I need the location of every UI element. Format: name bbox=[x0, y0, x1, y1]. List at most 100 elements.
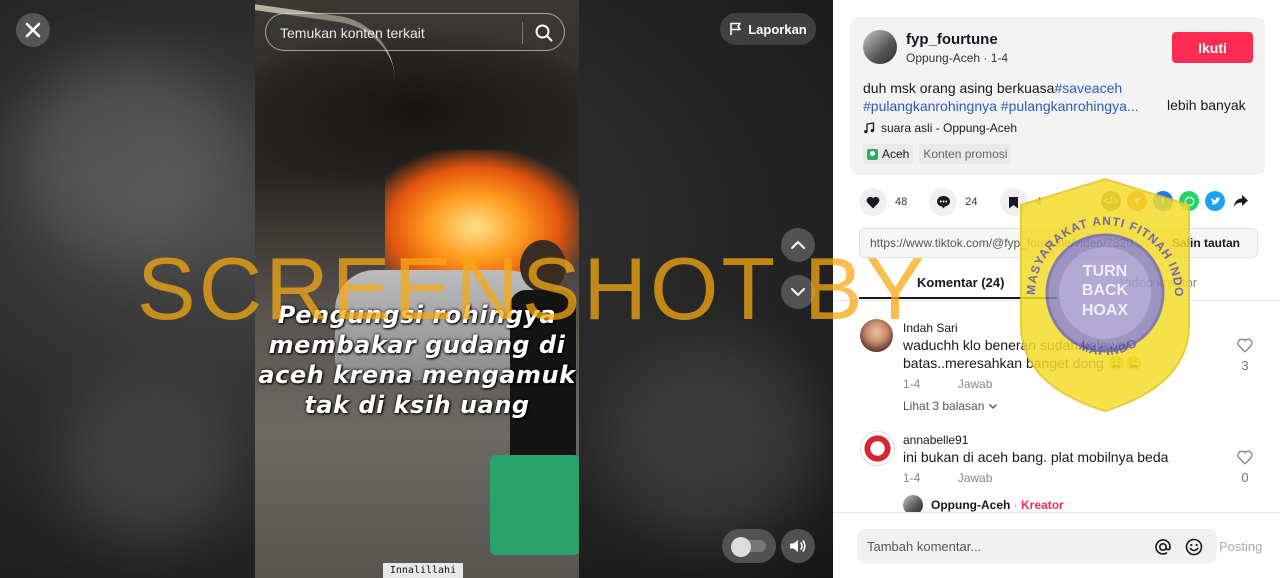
embed-icon[interactable]: </> bbox=[1101, 191, 1121, 211]
hashtag-link[interactable]: #pulangkanrohingnya bbox=[863, 98, 997, 114]
caption-line: Pengungsi rohingya bbox=[277, 301, 557, 329]
commenter-name[interactable]: Indah Sari bbox=[903, 321, 958, 335]
close-button[interactable] bbox=[16, 13, 50, 47]
flag-icon bbox=[730, 22, 742, 35]
backdrop-blur bbox=[600, 340, 820, 540]
share-arrow-icon[interactable] bbox=[1231, 191, 1251, 211]
avatar[interactable] bbox=[860, 431, 895, 466]
bookmark-icon bbox=[999, 188, 1028, 216]
comment-body: waduchh klo beneran sudah kelewat batas.… bbox=[903, 337, 1130, 371]
related-search[interactable] bbox=[265, 13, 565, 51]
avatar[interactable] bbox=[860, 319, 893, 352]
author-username[interactable]: fyp_fourtune bbox=[906, 31, 998, 48]
mention-icon[interactable] bbox=[1153, 537, 1173, 557]
previous-video-button[interactable] bbox=[781, 228, 815, 262]
emoji-icon[interactable] bbox=[1184, 537, 1204, 557]
caption-line: tak di ksih uang bbox=[304, 391, 530, 419]
creator-name: Oppung-Aceh bbox=[931, 498, 1011, 512]
author-subline: Oppung-Aceh · 1-4 bbox=[906, 51, 1009, 65]
copy-link-button[interactable]: Salin tautan bbox=[1172, 236, 1240, 250]
video-pane: Pengungsi rohingya membakar gudang di ac… bbox=[0, 0, 833, 578]
close-icon bbox=[25, 22, 41, 38]
comment-like-count: 0 bbox=[1241, 470, 1249, 485]
search-icon bbox=[535, 24, 553, 42]
video-frame[interactable]: Pengungsi rohingya membakar gudang di ac… bbox=[255, 0, 579, 578]
report-button[interactable]: Laporkan bbox=[720, 13, 816, 45]
tab-comments[interactable]: Komentar (24) bbox=[917, 275, 1004, 290]
comment-like-count: 3 bbox=[1241, 358, 1249, 373]
heart-icon bbox=[859, 188, 887, 216]
description-text: duh msk orang asing berkuasa bbox=[863, 80, 1055, 96]
see-more-link[interactable]: lebih banyak bbox=[1167, 97, 1246, 113]
caption-line: membakar gudang di bbox=[268, 331, 566, 359]
chevron-up-icon bbox=[791, 240, 805, 249]
send-icon[interactable] bbox=[1127, 191, 1147, 211]
caption-line: aceh krena mengamuk bbox=[258, 361, 576, 389]
share-link-box: https://www.tiktok.com/@fyp_fourtune/vid… bbox=[859, 228, 1258, 258]
comment-composer: Posting bbox=[833, 512, 1280, 578]
location-pin-icon bbox=[867, 148, 878, 160]
backdrop-blur bbox=[60, 380, 240, 540]
search-button[interactable] bbox=[530, 20, 558, 46]
commenter-name[interactable]: annabelle91 bbox=[903, 433, 968, 447]
share-link-text[interactable]: https://www.tiktok.com/@fyp_fourtune/vid… bbox=[870, 236, 1158, 250]
tab-creator-videos[interactable]: Video kreator bbox=[1120, 275, 1197, 290]
volume-icon bbox=[790, 540, 806, 552]
follow-button[interactable]: Ikuti bbox=[1172, 32, 1253, 63]
music-title: suara asli - Oppung-Aceh bbox=[881, 121, 1018, 135]
video-description: duh msk orang asing berkuasa#saveaceh #p… bbox=[863, 79, 1158, 115]
location-label: Aceh bbox=[882, 147, 910, 161]
frame-footer-text: Innalillahi bbox=[383, 563, 463, 578]
comment-text: waduchh klo beneran sudah kelewat batas.… bbox=[903, 336, 1213, 372]
save-count: 4 bbox=[1035, 196, 1042, 208]
comment-bubble-icon bbox=[929, 188, 958, 216]
reply-button[interactable]: Jawab bbox=[958, 377, 993, 391]
view-replies-label: Lihat 3 balasan bbox=[903, 399, 985, 413]
view-replies-link[interactable]: Lihat 3 balasan bbox=[903, 399, 998, 413]
autoscroll-toggle[interactable] bbox=[722, 529, 776, 563]
music-link[interactable]: suara asli - Oppung-Aceh bbox=[863, 121, 1017, 135]
comment-stat[interactable]: 24 bbox=[929, 188, 978, 216]
comment-like-button[interactable]: 0 bbox=[1234, 450, 1256, 485]
comment-count: 24 bbox=[965, 196, 978, 208]
report-label: Laporkan bbox=[748, 21, 807, 37]
engagement-stats: 48 24 4 bbox=[859, 188, 1064, 216]
comment-meta: 1-4 Jawab bbox=[903, 377, 992, 391]
heart-outline-icon bbox=[1237, 338, 1253, 353]
like-stat[interactable]: 48 bbox=[859, 188, 907, 216]
active-tab-indicator bbox=[859, 297, 1057, 299]
music-note-icon bbox=[864, 122, 875, 134]
reply-button[interactable]: Jawab bbox=[958, 471, 993, 485]
hashtag-link[interactable]: #pulangkanrohingya... bbox=[1001, 98, 1139, 114]
avatar[interactable] bbox=[863, 30, 897, 64]
post-comment-button[interactable]: Posting bbox=[1219, 539, 1262, 554]
backdrop-blur bbox=[20, 60, 240, 260]
save-stat[interactable]: 4 bbox=[999, 188, 1042, 216]
comment-meta: 1-4 Jawab bbox=[903, 471, 992, 485]
comment-item: Indah Sari waduchh klo beneran sudah kel… bbox=[860, 316, 1260, 416]
facebook-icon[interactable]: f bbox=[1153, 191, 1173, 211]
creator-badge: Kreator bbox=[1021, 498, 1064, 512]
comment-like-button[interactable]: 3 bbox=[1234, 338, 1256, 373]
video-caption: Pengungsi rohingya membakar gudang di ac… bbox=[255, 300, 579, 420]
video-tags: Aceh Konten promosi bbox=[863, 144, 1012, 164]
side-panel: fyp_fourtune Oppung-Aceh · 1-4 Ikuti duh… bbox=[833, 0, 1280, 578]
author-card: fyp_fourtune Oppung-Aceh · 1-4 Ikuti duh… bbox=[850, 17, 1265, 175]
comment-date: 1-4 bbox=[903, 377, 921, 391]
promo-tag: Konten promosi bbox=[919, 144, 1012, 164]
comment-tabs: Komentar (24) Video kreator bbox=[833, 270, 1280, 301]
next-video-button[interactable] bbox=[781, 275, 815, 309]
volume-button[interactable] bbox=[781, 529, 815, 563]
toggle-knob bbox=[731, 537, 751, 557]
chevron-down-icon bbox=[791, 288, 805, 297]
comment-item: annabelle91 ini bukan di aceh bang. plat… bbox=[860, 428, 1260, 488]
like-count: 48 bbox=[895, 196, 908, 208]
comment-emoji: 😩😩 bbox=[1107, 355, 1143, 371]
related-search-input[interactable] bbox=[278, 22, 522, 44]
location-tag[interactable]: Aceh bbox=[863, 144, 914, 164]
hashtag-link[interactable]: #saveaceh bbox=[1054, 80, 1122, 96]
comment-text: ini bukan di aceh bang. plat mobilnya be… bbox=[903, 449, 1169, 465]
comment-date: 1-4 bbox=[903, 471, 921, 485]
twitter-icon[interactable] bbox=[1205, 191, 1225, 211]
whatsapp-icon[interactable] bbox=[1179, 191, 1199, 211]
